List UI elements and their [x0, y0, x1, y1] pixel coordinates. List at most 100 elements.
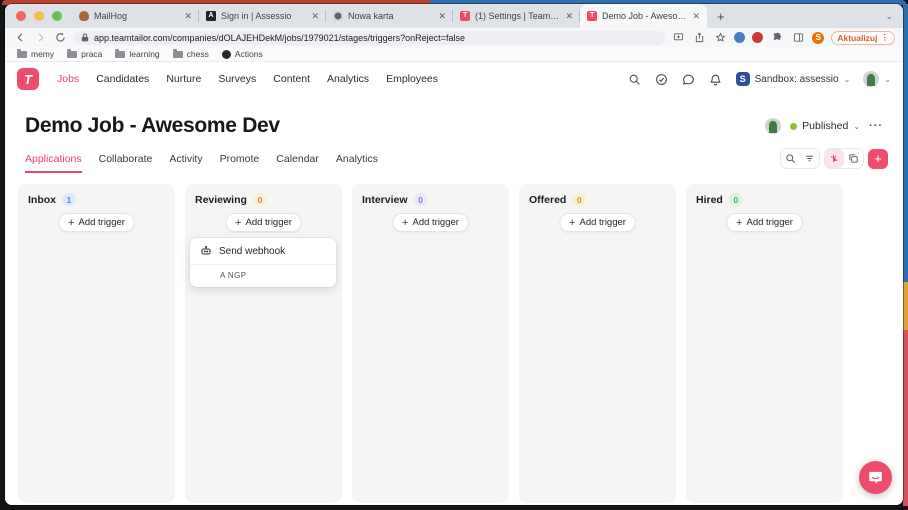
browser-tab[interactable]: (1) Settings | Teamtailor ✕: [453, 4, 580, 28]
new-tab-button[interactable]: +: [707, 9, 735, 24]
pipeline-board: Inbox 1 + Add trigger Reviewing 0 + Add …: [5, 184, 903, 505]
extension-icon[interactable]: [734, 32, 745, 43]
tab-collaborate[interactable]: Collaborate: [99, 153, 153, 173]
forward-button[interactable]: [33, 31, 47, 45]
user-menu[interactable]: ⌄: [863, 71, 891, 87]
tab-applications[interactable]: Applications: [25, 153, 82, 173]
company-switcher[interactable]: S Sandbox: assessio ⌄: [736, 72, 851, 86]
teamtailor-logo[interactable]: T: [17, 68, 39, 90]
plus-icon: +: [235, 217, 241, 229]
tab-activity[interactable]: Activity: [169, 153, 202, 173]
add-candidate-button[interactable]: +: [868, 149, 888, 169]
nav-item-surveys[interactable]: Surveys: [218, 73, 256, 85]
adblock-extension-icon[interactable]: [752, 32, 763, 43]
chevron-down-icon: ⌄: [844, 75, 851, 84]
nav-item-jobs[interactable]: Jobs: [57, 73, 79, 85]
bookmark-star-icon[interactable]: [713, 31, 727, 45]
notifications-bell-icon[interactable]: [709, 72, 723, 86]
bookmark-folder[interactable]: chess: [173, 49, 209, 59]
tab-calendar[interactable]: Calendar: [276, 153, 319, 173]
messages-icon[interactable]: [682, 72, 696, 86]
filter-icon[interactable]: [800, 149, 819, 168]
bookmark-folder[interactable]: memy: [17, 49, 54, 59]
side-panel-icon[interactable]: [791, 31, 805, 45]
nav-item-nurture[interactable]: Nurture: [166, 73, 201, 85]
todos-check-icon[interactable]: [655, 72, 669, 86]
chrome-update-button[interactable]: Aktualizuj ⋮: [831, 31, 895, 45]
add-trigger-button[interactable]: + Add trigger: [392, 213, 469, 232]
back-button[interactable]: [13, 31, 27, 45]
browser-tabs: MailHog ✕ Sign in | Assessio ✕ Nowa kart…: [72, 4, 903, 28]
tab-analytics[interactable]: Analytics: [336, 153, 378, 173]
chevron-down-icon: ⌄: [853, 122, 860, 131]
add-trigger-label: Add trigger: [579, 217, 625, 228]
triggers-toggle-icon[interactable]: [825, 149, 844, 168]
share-icon[interactable]: [692, 31, 706, 45]
window-close-button[interactable]: [16, 11, 26, 21]
reload-button[interactable]: [53, 31, 67, 45]
stage-name: Offered: [529, 194, 566, 206]
intercom-chat-button[interactable]: [859, 461, 892, 494]
address-bar[interactable]: app.teamtailor.com/companies/dOLAJEHDekM…: [73, 31, 665, 45]
bookmark-folder[interactable]: praca: [67, 49, 102, 59]
browser-tab-active[interactable]: Demo Job - Awesome Dev | Jo ✕: [580, 4, 707, 28]
add-trigger-button[interactable]: + Add trigger: [559, 213, 636, 232]
teamtailor-favicon-icon: [587, 11, 597, 21]
tab-title: Demo Job - Awesome Dev | Jo: [602, 11, 687, 21]
teamtailor-favicon-icon: [460, 11, 470, 21]
pipeline-toolbar: +: [780, 148, 888, 169]
chat-bubble-icon: [868, 470, 883, 485]
tab-title: Nowa karta: [348, 11, 433, 21]
background-window-edge: [903, 4, 908, 282]
tab-title: (1) Settings | Teamtailor: [475, 11, 560, 21]
nav-item-analytics[interactable]: Analytics: [327, 73, 369, 85]
github-icon: [222, 50, 231, 59]
compare-copy-icon[interactable]: [844, 149, 863, 168]
tab-promote[interactable]: Promote: [220, 153, 260, 173]
recruiter-avatar[interactable]: [765, 118, 781, 134]
browser-tab[interactable]: Sign in | Assessio ✕: [199, 4, 326, 28]
trigger-menu-item-webhook[interactable]: Send webhook: [190, 238, 336, 265]
bookmark-folder[interactable]: learning: [115, 49, 159, 59]
tab-close-icon[interactable]: ✕: [311, 11, 319, 22]
job-status-dropdown[interactable]: Published ⌄: [790, 120, 860, 132]
trigger-menu-item-ngp[interactable]: A NGP: [190, 265, 336, 287]
nav-item-employees[interactable]: Employees: [386, 73, 438, 85]
extensions-puzzle-icon[interactable]: [770, 31, 784, 45]
browser-profile-avatar[interactable]: S: [812, 32, 824, 44]
tab-close-icon[interactable]: ✕: [692, 11, 700, 22]
add-trigger-button[interactable]: + Add trigger: [58, 213, 135, 232]
nav-item-candidates[interactable]: Candidates: [96, 73, 149, 85]
add-trigger-button[interactable]: + Add trigger: [726, 213, 803, 232]
candidate-search-icon[interactable]: [781, 149, 800, 168]
add-trigger-button[interactable]: + Add trigger: [225, 213, 302, 232]
search-icon[interactable]: [628, 72, 642, 86]
more-options-button[interactable]: ···: [869, 120, 883, 132]
browser-tab[interactable]: MailHog ✕: [72, 4, 199, 28]
stage-count-badge: 0: [253, 193, 267, 206]
folder-icon: [173, 51, 183, 58]
tab-search-chevron-icon[interactable]: ⌄: [885, 11, 893, 22]
install-icon[interactable]: [671, 31, 685, 45]
stage-name: Inbox: [28, 194, 56, 206]
add-trigger-label: Add trigger: [746, 217, 792, 228]
window-minimize-button[interactable]: [34, 11, 44, 21]
background-window-edge: [903, 282, 908, 330]
browser-tab[interactable]: Nowa karta ✕: [326, 4, 453, 28]
plus-icon: +: [402, 217, 408, 229]
stage-column-interview: Interview 0 + Add trigger: [352, 184, 509, 503]
main-nav: Jobs Candidates Nurture Surveys Content …: [57, 73, 438, 85]
trigger-menu-label: Send webhook: [219, 246, 285, 257]
background-window-edge: [903, 330, 908, 506]
tab-close-icon[interactable]: ✕: [438, 11, 446, 22]
plus-icon: +: [68, 217, 74, 229]
assessio-favicon-icon: [206, 11, 216, 21]
tab-close-icon[interactable]: ✕: [184, 11, 192, 22]
nav-item-content[interactable]: Content: [273, 73, 310, 85]
browser-menu-icon[interactable]: ⋮: [881, 32, 890, 43]
mailhog-favicon-icon: [79, 11, 89, 21]
company-badge: S: [736, 72, 750, 86]
tab-close-icon[interactable]: ✕: [565, 11, 573, 22]
bookmark-actions[interactable]: Actions: [222, 49, 263, 59]
window-zoom-button[interactable]: [52, 11, 62, 21]
